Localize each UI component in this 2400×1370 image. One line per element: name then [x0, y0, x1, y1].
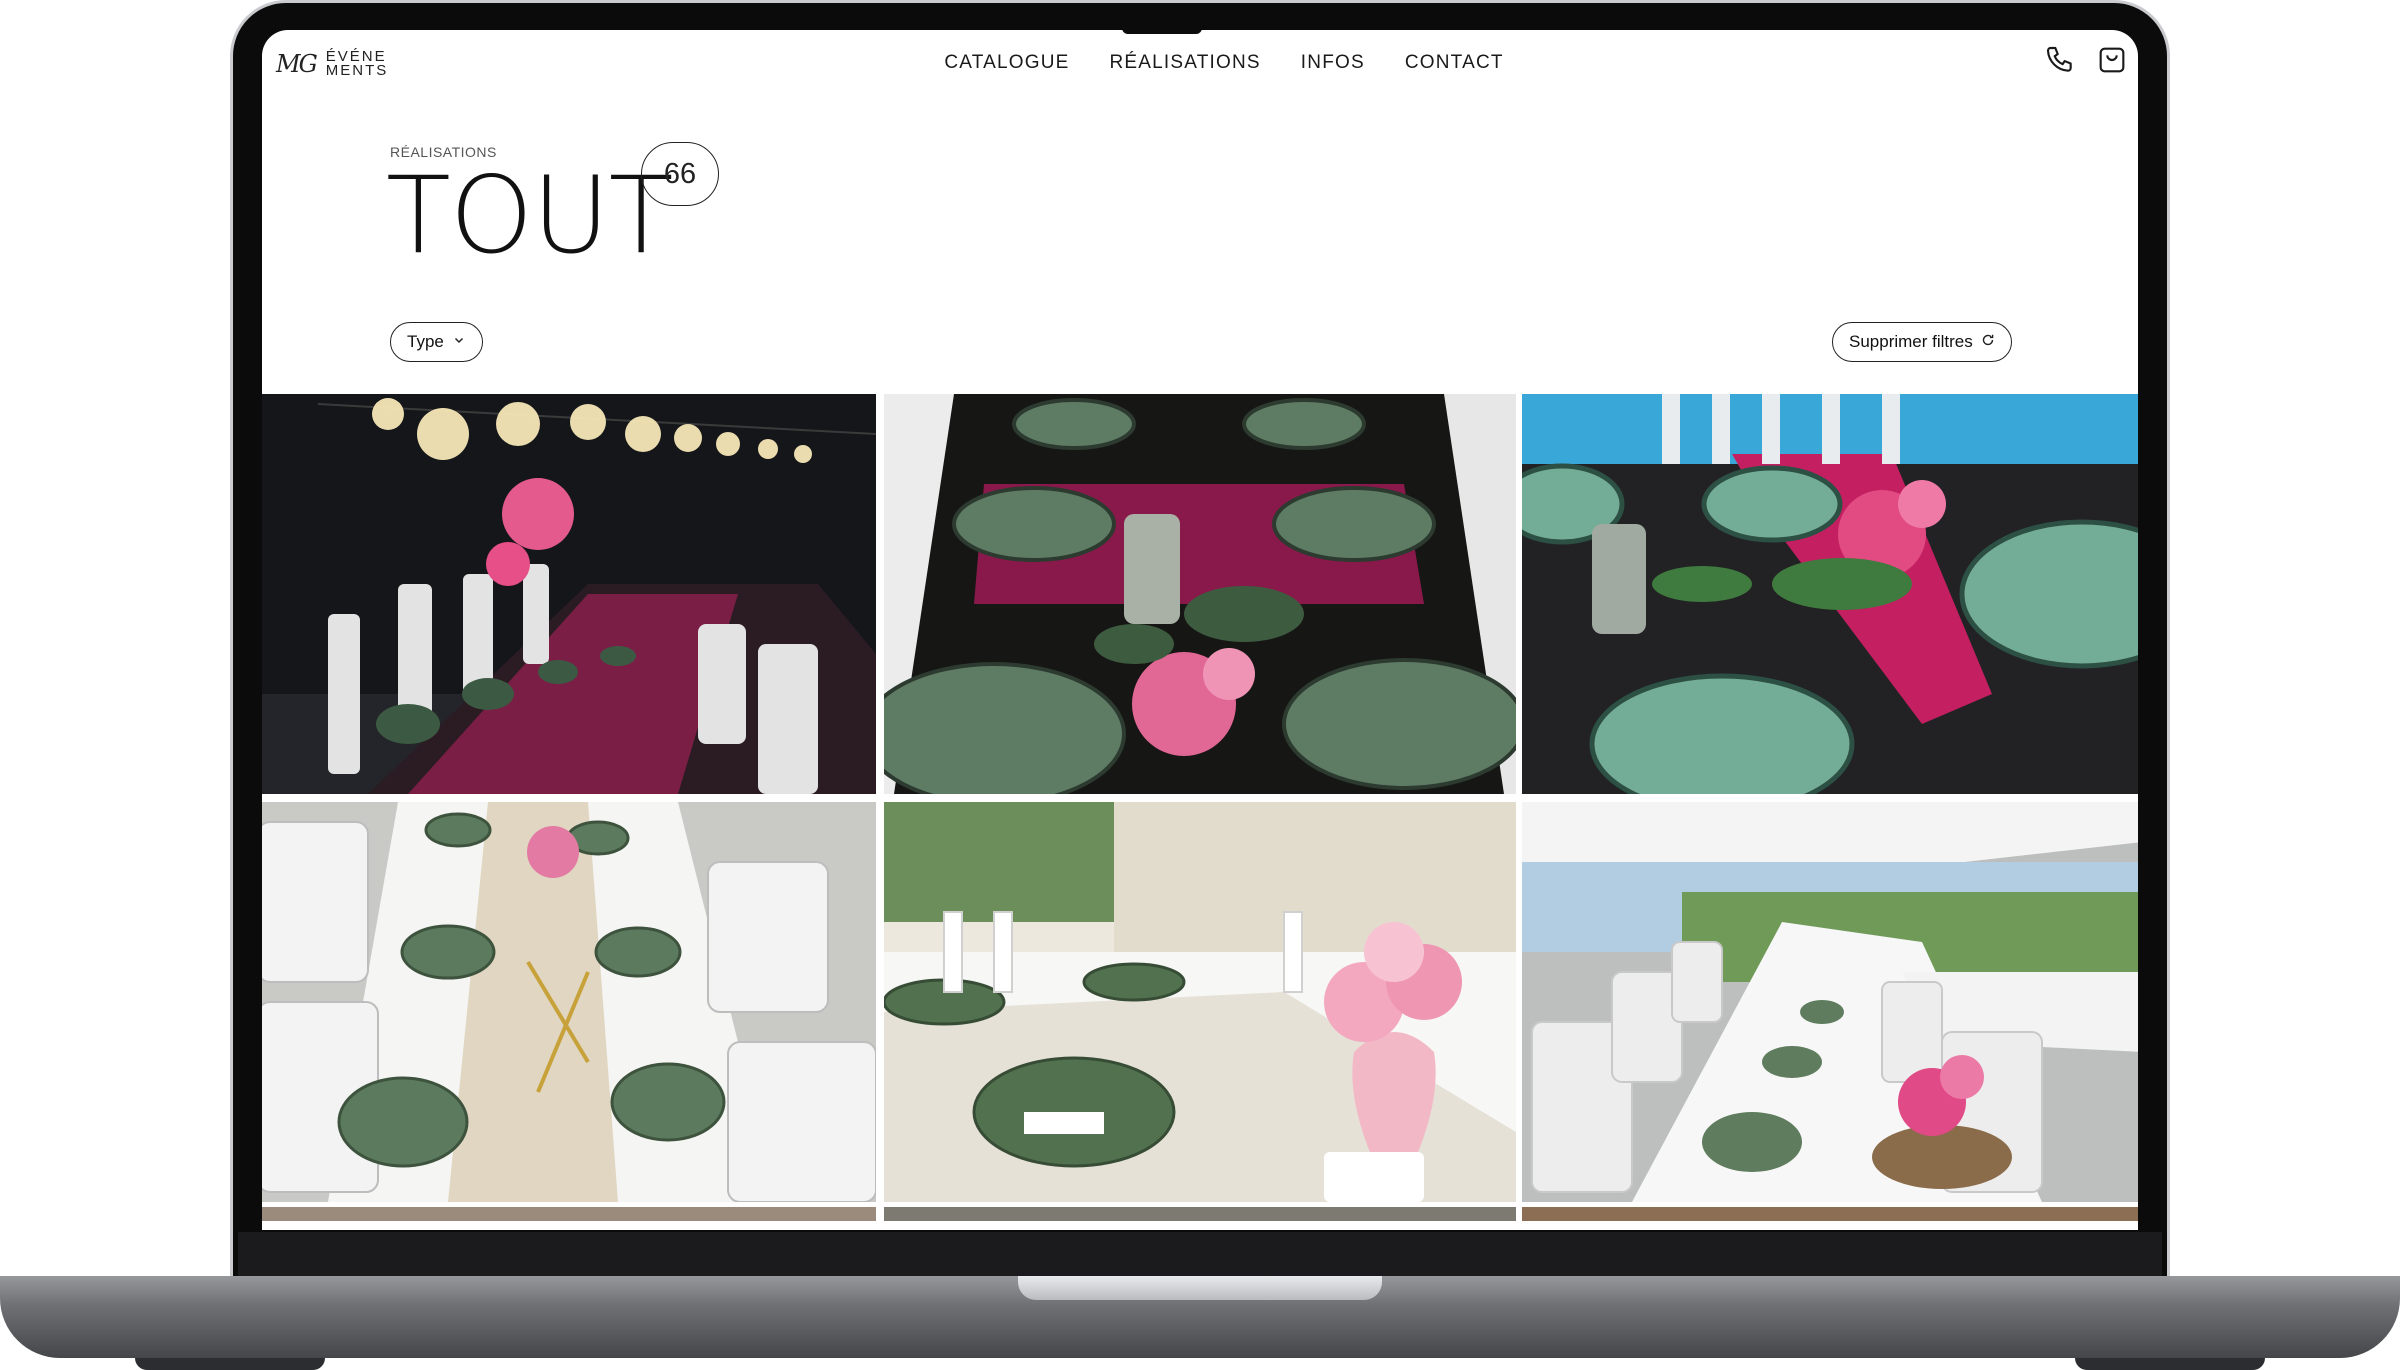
clear-filters-button[interactable]: Supprimer filtres — [1832, 322, 2012, 362]
nav-catalogue[interactable]: CATALOGUE — [944, 52, 1069, 74]
gallery-photo-4[interactable] — [262, 802, 876, 1202]
gallery-photo-3[interactable] — [1522, 394, 2138, 794]
nav-infos[interactable]: INFOS — [1301, 52, 1365, 74]
nav-realisations[interactable]: RÉALISATIONS — [1109, 52, 1260, 74]
type-filter-label: Type — [407, 332, 444, 351]
header-icons — [2044, 44, 2128, 81]
main-nav: CATALOGUE RÉALISATIONS INFOS CONTACT — [262, 52, 2138, 74]
page-title: TOUT — [386, 154, 674, 277]
gallery-photo-2[interactable] — [884, 394, 1516, 794]
laptop-foot-right — [2075, 1358, 2265, 1370]
chevron-down-icon — [452, 332, 466, 352]
laptop-foot-left — [135, 1358, 325, 1370]
gallery-photo-9-peek — [1522, 1207, 2138, 1221]
gallery-photo-6[interactable] — [1522, 802, 2138, 1202]
type-filter-dropdown[interactable]: Type — [390, 322, 483, 362]
laptop-opening-lip — [1018, 1276, 1382, 1300]
camera-notch — [1122, 27, 1202, 34]
gallery-photo-1[interactable] — [262, 394, 876, 794]
gallery-photo-5[interactable] — [884, 802, 1516, 1202]
laptop-chin — [238, 1232, 2162, 1276]
clear-filters-label: Supprimer filtres — [1849, 332, 1973, 351]
refresh-icon — [1981, 332, 1995, 352]
gallery-photo-7-peek — [262, 1207, 876, 1221]
nav-contact[interactable]: CONTACT — [1405, 52, 1504, 74]
phone-icon[interactable] — [2044, 44, 2076, 81]
result-count-badge: 66 — [641, 142, 719, 206]
bag-icon[interactable] — [2096, 44, 2128, 81]
gallery-photo-8-peek — [884, 1207, 1516, 1221]
browser-screen: MG ÉVÉNE MENTS CATALOGUE RÉALISATIONS IN… — [262, 30, 2138, 1230]
